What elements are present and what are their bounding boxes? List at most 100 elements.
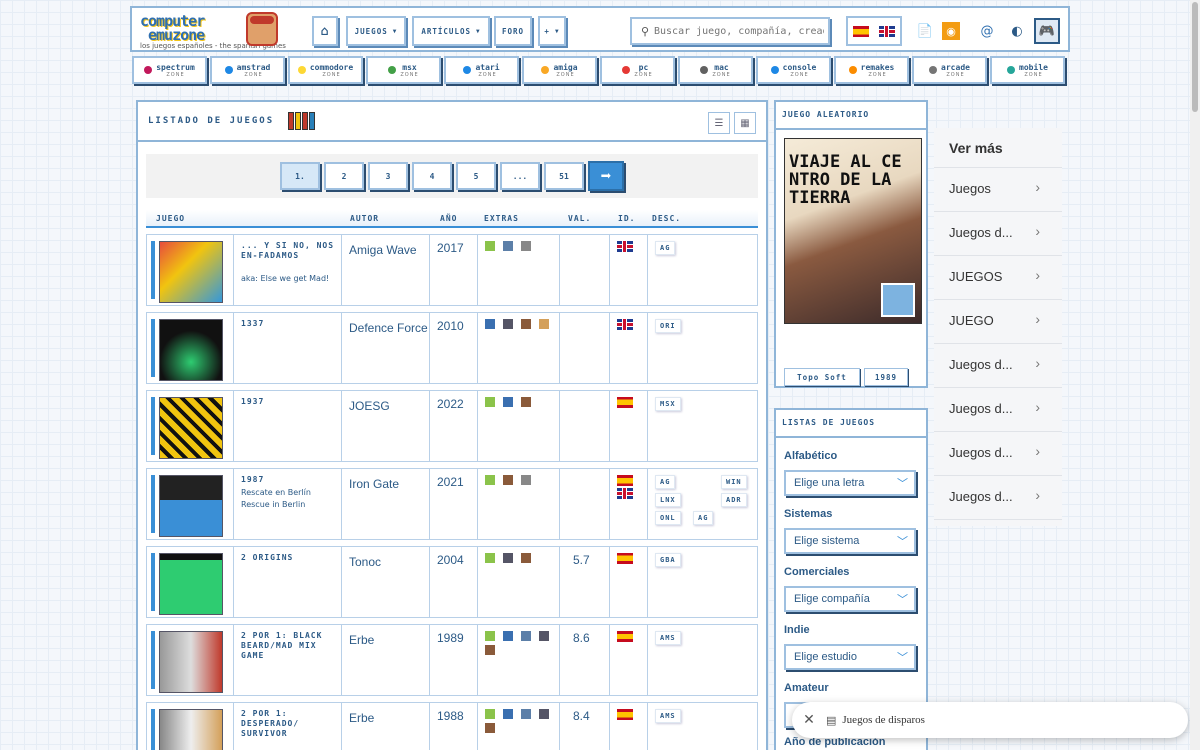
toast-text[interactable]: Juegos de disparos <box>842 714 925 726</box>
game-thumbnail[interactable] <box>159 631 223 693</box>
game-autor[interactable]: Iron Gate <box>349 475 429 493</box>
zone-msx[interactable]: msx ZONE <box>366 56 441 84</box>
game-autor[interactable]: Tonoc <box>349 553 429 571</box>
more-menu[interactable]: + ▼ <box>538 16 566 46</box>
email-icon[interactable]: @ <box>974 18 1000 44</box>
game-autor[interactable]: Erbe <box>349 631 429 649</box>
desc-tag[interactable]: LNX <box>655 493 681 507</box>
see-more-item[interactable]: Juegos › <box>934 168 1062 212</box>
random-game-cover[interactable]: VIAJE AL CENTRO DE LA TIERRA <box>784 138 922 324</box>
game-title[interactable]: 2 POR 1: DESPERADO/ SURVIVOR <box>241 709 337 739</box>
extra-icon[interactable] <box>503 475 513 485</box>
extra-icon[interactable] <box>485 475 495 485</box>
translate-icon[interactable]: 📄 <box>912 18 938 44</box>
zone-mac[interactable]: mac ZONE <box>678 56 753 84</box>
table-row[interactable]: 1987 Rescate en Berlín Rescue in Berlin Ir… <box>146 468 758 540</box>
desc-tag[interactable]: GBA <box>655 553 681 567</box>
see-more-item[interactable]: JUEGOS › <box>934 256 1062 300</box>
english-flag-icon[interactable] <box>879 25 895 37</box>
game-thumbnail[interactable] <box>159 397 223 459</box>
articulos-menu[interactable]: ARTÍCULOS ▼ <box>412 16 490 46</box>
game-title[interactable]: 2 ORIGINS <box>241 553 337 563</box>
see-more-item[interactable]: JUEGO › <box>934 300 1062 344</box>
extra-icon[interactable] <box>521 397 531 407</box>
zone-amstrad[interactable]: amstrad ZONE <box>210 56 285 84</box>
game-title[interactable]: 1937 <box>241 397 337 407</box>
desc-tag[interactable]: ADR <box>721 493 747 507</box>
extra-icon[interactable] <box>485 397 495 407</box>
col-juego[interactable]: JUEGO <box>156 214 185 223</box>
extra-icon[interactable] <box>503 631 513 641</box>
game-title[interactable]: ... Y SI NO, NOS EN-FADAMOS <box>241 241 337 261</box>
table-row[interactable]: 2 ORIGINS Tonoc 2004 5.7 GBA <box>146 546 758 618</box>
game-title[interactable]: 1337 <box>241 319 337 329</box>
extra-icon[interactable] <box>521 241 531 251</box>
game-autor[interactable]: Erbe <box>349 709 429 727</box>
filter-select[interactable]: Elige compañía ﹀ <box>784 586 916 612</box>
juegos-menu[interactable]: JUEGOS ▼ <box>346 16 406 46</box>
col-val[interactable]: VAL. <box>568 214 591 223</box>
extra-icon[interactable] <box>485 723 495 733</box>
filter-select[interactable]: Elige sistema ﹀ <box>784 528 916 554</box>
extra-icon[interactable] <box>485 631 495 641</box>
zone-remakes[interactable]: remakes ZONE <box>834 56 909 84</box>
game-thumbnail[interactable] <box>159 553 223 615</box>
foro-link[interactable]: FORO <box>494 16 532 46</box>
site-logo[interactable]: computer emuzone los juegos españoles - … <box>140 12 286 50</box>
gamepad-icon[interactable]: 🎮 <box>1034 18 1060 44</box>
search-input[interactable] <box>654 25 824 37</box>
extra-icon[interactable] <box>503 241 513 251</box>
table-row[interactable]: 1337 Defence Force 2010 ORI <box>146 312 758 384</box>
contrast-icon[interactable]: ◐ <box>1004 18 1030 44</box>
col-autor[interactable]: AUTOR <box>350 214 379 223</box>
page-button[interactable]: 3 <box>368 162 408 190</box>
rss-icon[interactable]: ◉ <box>942 22 960 40</box>
desc-tag[interactable]: AMS <box>655 709 681 723</box>
extra-icon[interactable] <box>521 709 531 719</box>
page-button[interactable]: 1. <box>280 162 320 190</box>
random-game-year[interactable]: 1989 <box>864 368 908 386</box>
filter-select[interactable]: Elige una letra ﹀ <box>784 470 916 496</box>
extra-icon[interactable] <box>503 397 513 407</box>
game-autor[interactable]: Defence Force <box>349 319 429 337</box>
zone-atari[interactable]: atari ZONE <box>444 56 519 84</box>
zone-arcade[interactable]: arcade ZONE <box>912 56 987 84</box>
game-autor[interactable]: Amiga Wave <box>349 241 429 259</box>
desc-tag[interactable]: ORI <box>655 319 681 333</box>
see-more-item[interactable]: Juegos d... › <box>934 388 1062 432</box>
desc-tag[interactable]: AG <box>655 475 676 489</box>
game-title[interactable]: 2 POR 1: BLACK BEARD/MAD MIX GAME <box>241 631 337 661</box>
see-more-item[interactable]: Juegos d... › <box>934 344 1062 388</box>
zone-amiga[interactable]: amiga ZONE <box>522 56 597 84</box>
page-button[interactable]: 5 <box>456 162 496 190</box>
zone-pc[interactable]: pc ZONE <box>600 56 675 84</box>
col-anio[interactable]: AÑO <box>440 214 457 223</box>
extra-icon[interactable] <box>485 553 495 563</box>
desc-tag[interactable]: AMS <box>655 631 681 645</box>
zone-mobile[interactable]: mobile ZONE <box>990 56 1065 84</box>
game-title[interactable]: 1987 <box>241 475 337 485</box>
grid-view-button[interactable]: ▦ <box>734 112 756 134</box>
extra-icon[interactable] <box>539 319 549 329</box>
see-more-item[interactable]: Juegos d... › <box>934 212 1062 256</box>
scrollbar-thumb[interactable] <box>1192 2 1198 112</box>
page-button[interactable]: ... <box>500 162 540 190</box>
table-row[interactable]: 2 POR 1: DESPERADO/ SURVIVOR Erbe 1988 8.4 A… <box>146 702 758 750</box>
close-icon[interactable]: ✕ <box>792 712 826 728</box>
desc-tag[interactable]: MSX <box>655 397 681 411</box>
see-more-item[interactable]: Juegos d... › <box>934 476 1062 520</box>
filter-select[interactable]: Elige estudio ﹀ <box>784 644 916 670</box>
table-row[interactable]: ... Y SI NO, NOS EN-FADAMOS aka: Else we … <box>146 234 758 306</box>
desc-tag[interactable]: ONL <box>655 511 681 525</box>
game-thumbnail[interactable] <box>159 475 223 537</box>
extra-icon[interactable] <box>485 241 495 251</box>
zone-spectrum[interactable]: spectrum ZONE <box>132 56 207 84</box>
search-box[interactable]: ⚲ <box>630 17 830 45</box>
extra-icon[interactable] <box>521 631 531 641</box>
game-autor[interactable]: JOESG <box>349 397 429 415</box>
table-row[interactable]: 1937 JOESG 2022 MSX <box>146 390 758 462</box>
list-view-button[interactable]: ☰ <box>708 112 730 134</box>
game-thumbnail[interactable] <box>159 319 223 381</box>
page-button[interactable]: 4 <box>412 162 452 190</box>
extra-icon[interactable] <box>521 475 531 485</box>
